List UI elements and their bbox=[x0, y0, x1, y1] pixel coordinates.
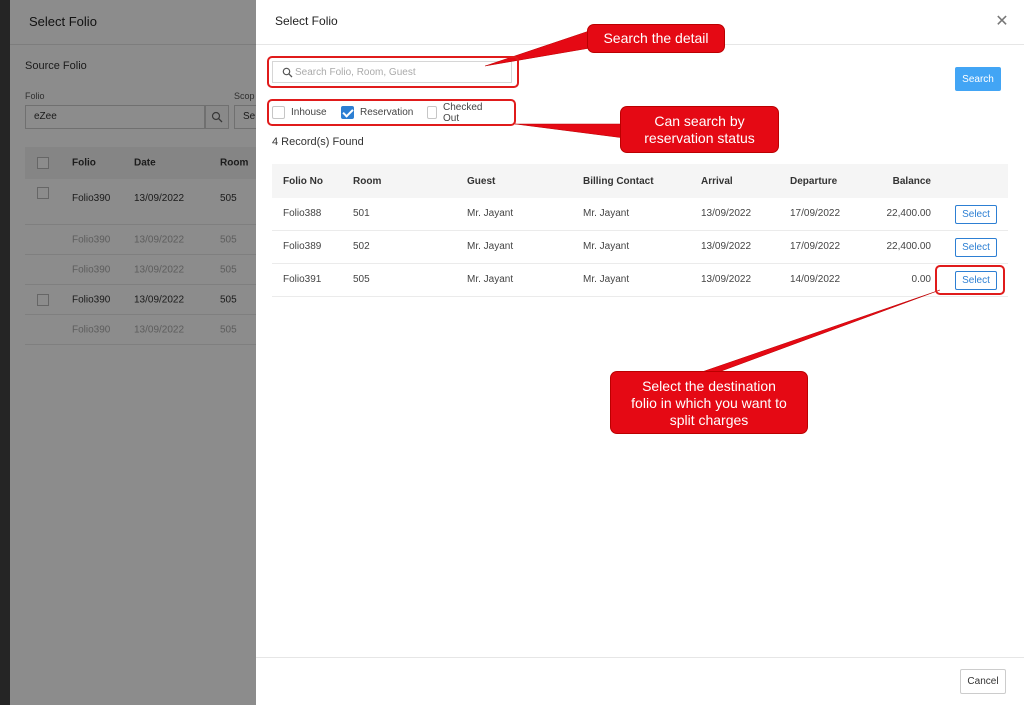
callout-text-line3: split charges bbox=[669, 412, 749, 428]
callout-text-line1: Can search by bbox=[654, 113, 745, 129]
callout-destination-folio: Select the destination folio in which yo… bbox=[611, 372, 807, 433]
highlight-search-box bbox=[267, 56, 519, 88]
callout-text-line2: folio in which you want to bbox=[631, 395, 787, 411]
arrow-reservation-status bbox=[514, 123, 625, 139]
callout-text-line2: reservation status bbox=[644, 130, 755, 146]
callout-search-detail: Search the detail bbox=[588, 25, 724, 52]
callout-text: Search the detail bbox=[603, 30, 709, 46]
highlight-select-button bbox=[935, 265, 1005, 295]
callout-text-line1: Select the destination bbox=[642, 378, 776, 394]
arrow-destination-folio bbox=[689, 289, 941, 377]
highlight-status-filters bbox=[267, 99, 516, 126]
callout-reservation-status: Can search by reservation status bbox=[621, 107, 778, 152]
